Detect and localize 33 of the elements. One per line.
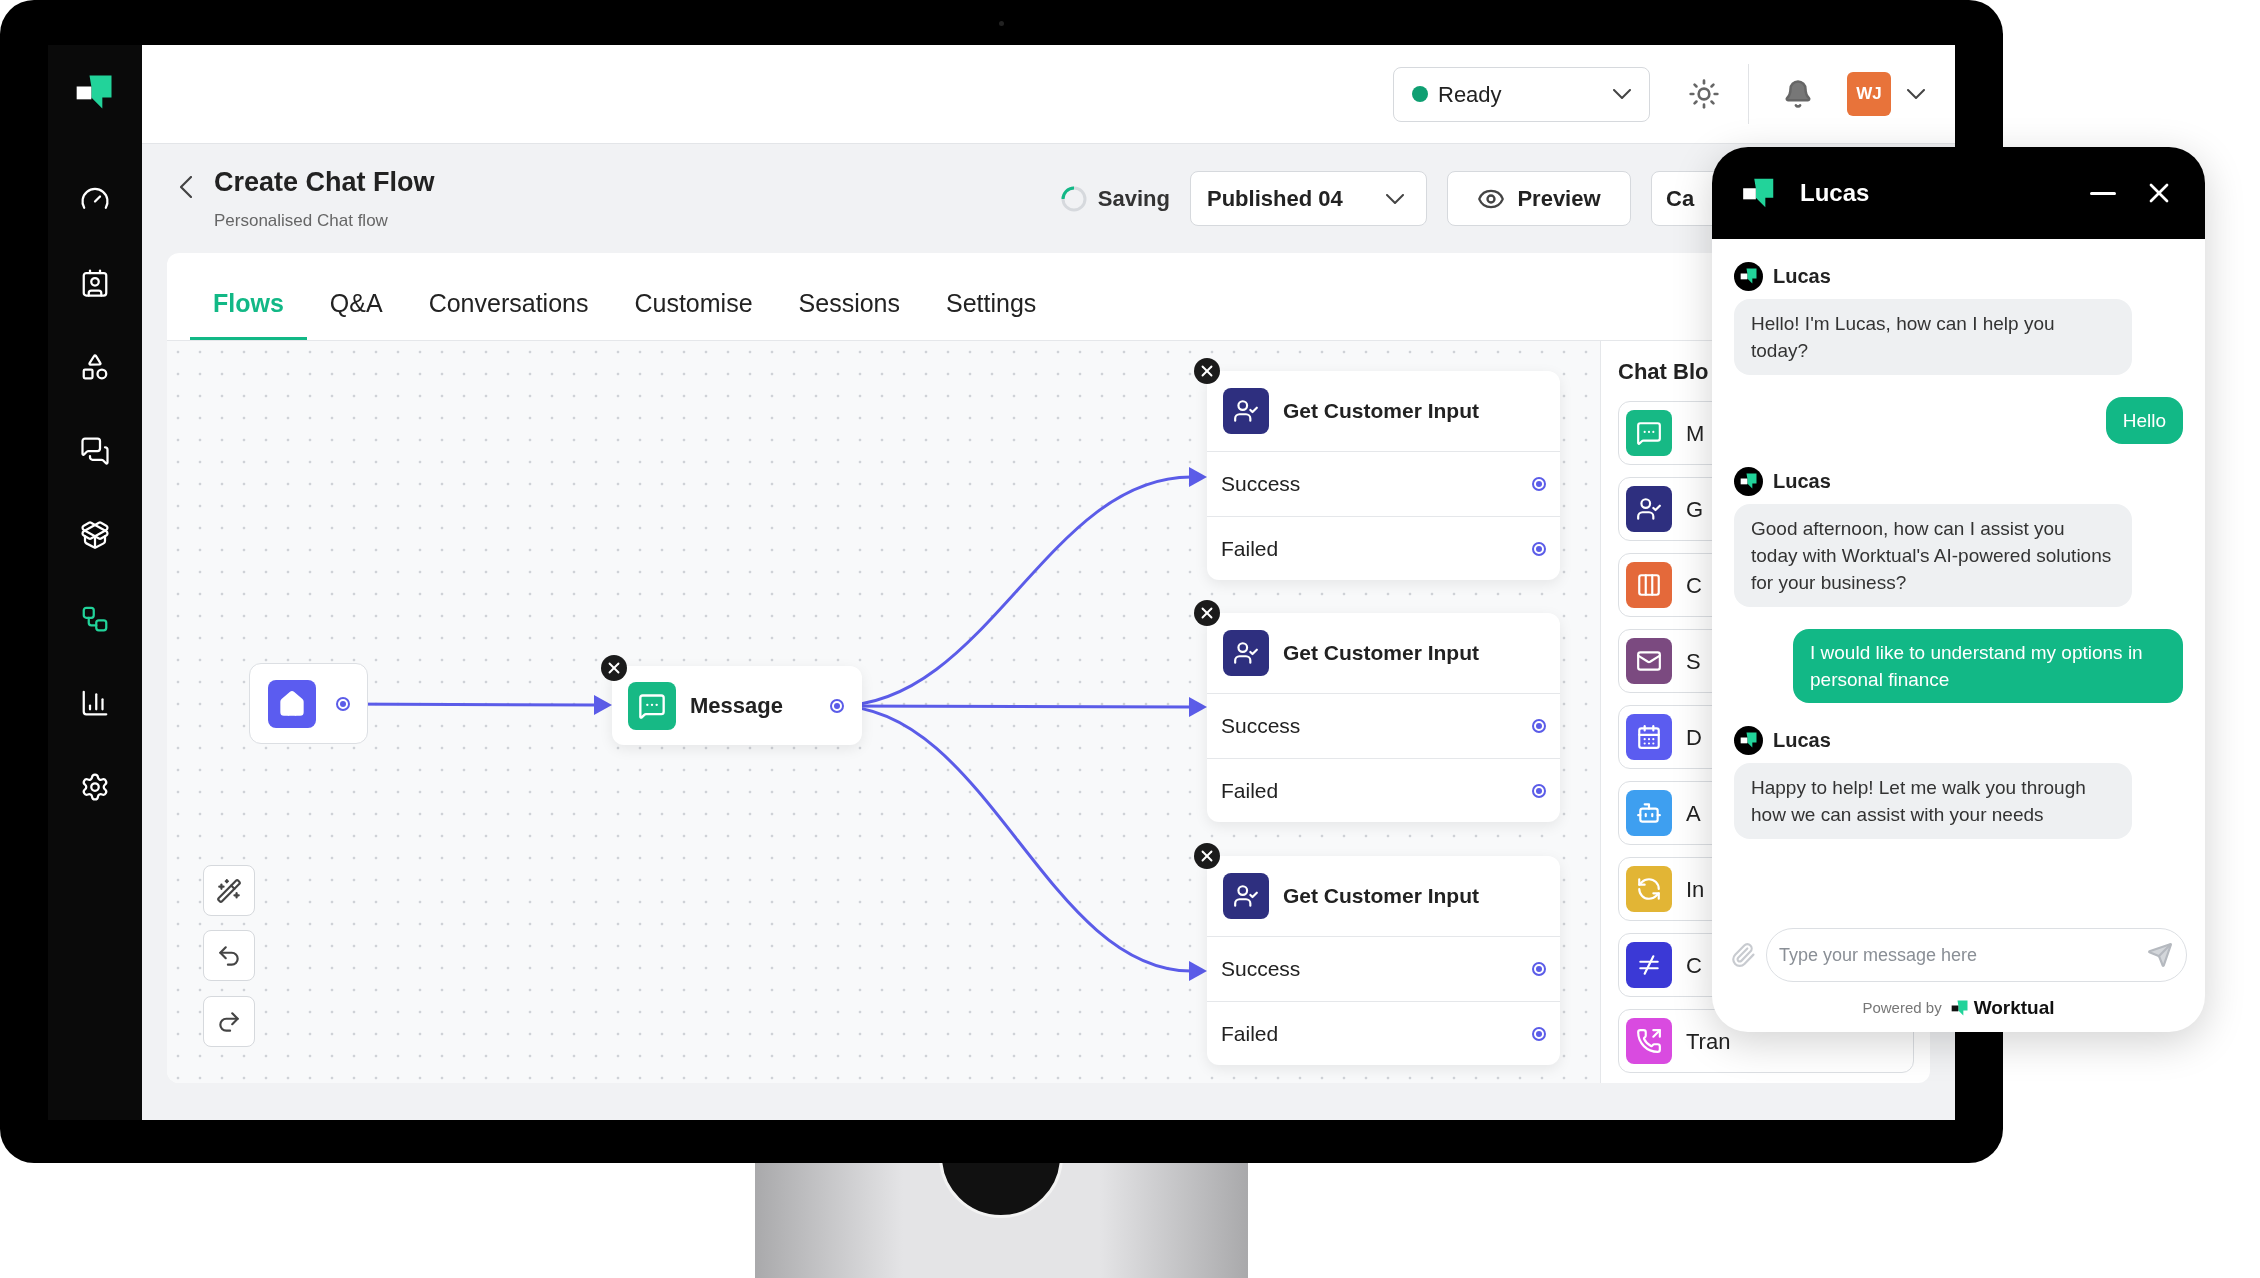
block-label: Tran xyxy=(1686,1027,1731,1056)
page-title: Create Chat Flow xyxy=(214,165,435,199)
block-label: C xyxy=(1686,951,1702,980)
sender-name: Lucas xyxy=(1773,469,1831,494)
bot-message-bubble: Good afternoon, how can I assist you today with Worktual's AI-powered solutions for your business? xyxy=(1734,504,2132,607)
chat-title: Lucas xyxy=(1800,178,1870,208)
brand-name: Worktual xyxy=(1973,995,2055,1020)
panel-title: Chat Blo xyxy=(1618,359,1710,385)
page-subtitle: Personalised Chat flow xyxy=(214,209,389,232)
block-label: S xyxy=(1686,647,1701,676)
output-label: Failed xyxy=(1221,535,1279,562)
bot-message-bubble: Hello! I'm Lucas, how can I help you today? xyxy=(1734,299,2132,375)
output-label: Success xyxy=(1221,471,1301,498)
saving-status: Saving xyxy=(1097,185,1170,213)
user-message-bubble: Hello xyxy=(2105,397,2183,444)
sender-name: Lucas xyxy=(1773,264,1831,289)
bot-message-bubble: Happy to help! Let me walk you through how we can assist with your needs xyxy=(1734,763,2132,839)
block-label: C xyxy=(1686,571,1702,600)
node-title: Message xyxy=(690,692,783,720)
block-label: D xyxy=(1686,723,1702,752)
block-label: G xyxy=(1686,495,1704,524)
node-title: Get Customer Input xyxy=(1283,883,1479,910)
node-title: Get Customer Input xyxy=(1283,398,1479,425)
block-label: In xyxy=(1686,875,1705,904)
block-label: M xyxy=(1686,419,1705,448)
output-label: Success xyxy=(1221,956,1301,983)
node-title: Get Customer Input xyxy=(1283,640,1479,667)
user-message-bubble: I would like to understand my options in personal finance xyxy=(1793,629,2183,703)
output-label: Failed xyxy=(1221,777,1279,804)
output-label: Failed xyxy=(1221,1020,1279,1047)
block-label: A xyxy=(1686,799,1701,828)
output-label: Success xyxy=(1221,713,1301,740)
sender-name: Lucas xyxy=(1773,728,1831,753)
